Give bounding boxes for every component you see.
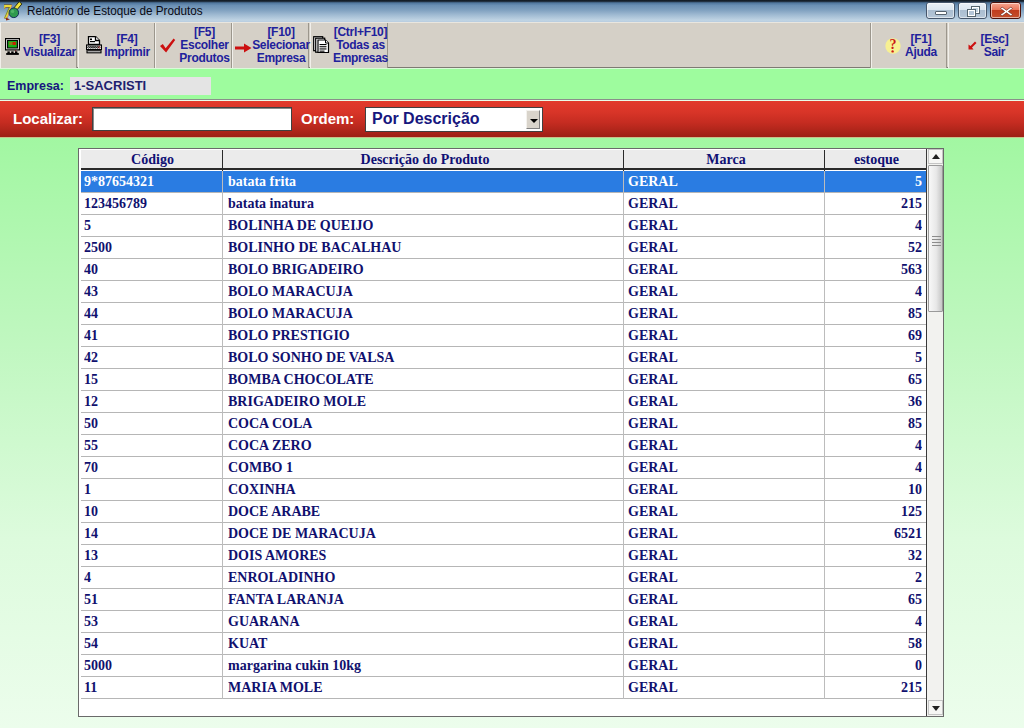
svg-text:?: ? bbox=[890, 38, 897, 52]
